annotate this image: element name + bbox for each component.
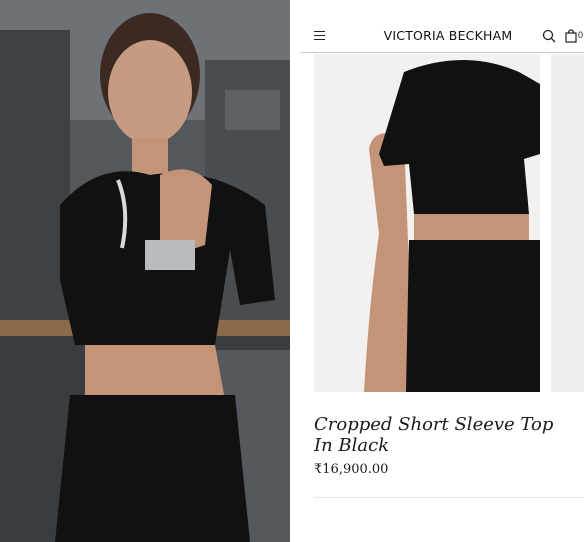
image-gap (290, 0, 300, 542)
bag-count: 0 (578, 30, 584, 40)
product-image[interactable] (314, 54, 540, 392)
search-icon[interactable] (542, 29, 556, 43)
brand-logo[interactable]: VICTORIA BECKHAM (360, 28, 536, 43)
product-page: VICTORIA BECKHAM 0 Cropped Short Sleeve … (300, 0, 584, 542)
product-title[interactable]: Cropped Short Sleeve Top In Black (314, 414, 574, 456)
menu-icon[interactable] (314, 31, 325, 41)
header-bar: VICTORIA BECKHAM 0 (300, 22, 584, 53)
celebrity-photo (0, 0, 290, 542)
next-product-image[interactable] (551, 54, 584, 392)
divider (314, 497, 584, 498)
bag-icon[interactable] (565, 29, 577, 43)
product-price: ₹16,900.00 (314, 462, 389, 477)
